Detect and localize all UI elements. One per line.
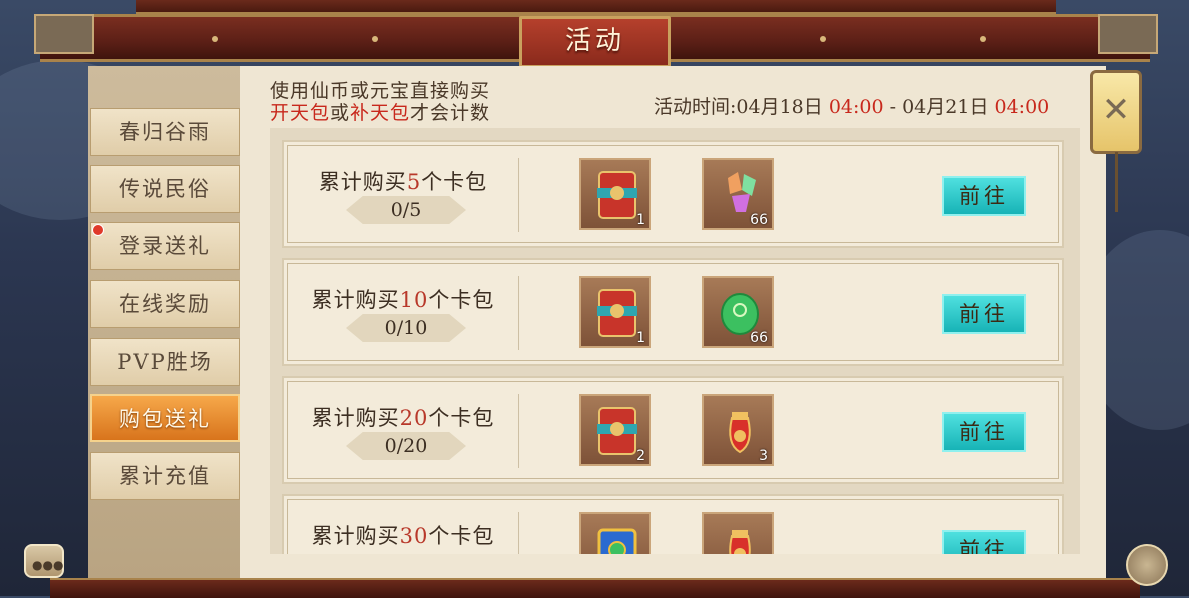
go-button[interactable]: 前往 bbox=[942, 294, 1026, 334]
description-or: 或 bbox=[330, 102, 351, 124]
lucky-bag-icon bbox=[729, 530, 751, 554]
divider bbox=[518, 158, 519, 232]
sidebar-item-online-rewards[interactable]: 在线奖励 bbox=[90, 280, 240, 328]
sidebar-item-pack-gifts[interactable]: 购包送礼 bbox=[90, 394, 240, 442]
sidebar-item-folk-legends[interactable]: 传说民俗 bbox=[90, 165, 240, 213]
task-title: 累计购买20个卡包 bbox=[311, 406, 495, 430]
reward-slot[interactable]: 3 bbox=[702, 394, 774, 466]
reward-slot[interactable] bbox=[579, 512, 651, 554]
lantern-tassel bbox=[1115, 152, 1118, 212]
divider bbox=[518, 512, 519, 554]
beam-end-right bbox=[1098, 14, 1158, 54]
bottom-beam bbox=[50, 578, 1140, 598]
reward-slot[interactable]: 66 bbox=[702, 276, 774, 348]
page-title: 活动 bbox=[519, 16, 671, 68]
reward-count: 1 bbox=[636, 330, 645, 346]
beam-rivet bbox=[980, 36, 986, 42]
task-row: 累计购买5个卡包 0/5 1 66 前往 bbox=[282, 140, 1064, 248]
chat-button[interactable]: ●●● bbox=[24, 544, 64, 578]
beam-rivet bbox=[212, 36, 218, 42]
go-button[interactable]: 前往 bbox=[942, 530, 1026, 554]
description-suffix: 才会计数 bbox=[410, 102, 491, 124]
pack-name-kaitian: 开天包 bbox=[270, 102, 331, 124]
reward-count: 1 bbox=[636, 212, 645, 228]
go-button[interactable]: 前往 bbox=[942, 176, 1026, 216]
close-icon[interactable]: ✕ bbox=[1098, 92, 1134, 128]
task-progress: 0/10 bbox=[384, 317, 428, 339]
red-chest-icon bbox=[597, 289, 637, 337]
avatar[interactable] bbox=[1126, 544, 1168, 586]
reward-slot[interactable] bbox=[702, 512, 774, 554]
event-time: 活动时间:04月18日 04:00 - 04月21日 04:00 bbox=[654, 92, 1049, 119]
go-button[interactable]: 前往 bbox=[942, 412, 1026, 452]
event-time-label: 活动时间:04月18日 bbox=[654, 96, 823, 118]
beam-end-left bbox=[34, 14, 94, 54]
sidebar-item-pvp-wins[interactable]: PVP胜场 bbox=[90, 338, 240, 386]
sidebar-item-spring-rain[interactable]: 春归谷雨 bbox=[90, 108, 240, 156]
task-list[interactable]: 累计购买5个卡包 0/5 1 66 前往 累计购买10个卡包 0/10 1 66… bbox=[270, 128, 1080, 554]
chat-icon: ●●● bbox=[32, 558, 64, 572]
reward-count: 66 bbox=[750, 330, 768, 346]
red-chest-icon bbox=[597, 171, 637, 219]
task-row: 累计购买10个卡包 0/10 1 66 前往 bbox=[282, 258, 1064, 366]
task-title: 累计购买10个卡包 bbox=[311, 288, 495, 312]
event-time-start: 04:00 bbox=[828, 96, 884, 118]
reward-count: 66 bbox=[750, 212, 768, 228]
reward-slot[interactable]: 1 bbox=[579, 158, 651, 230]
beam-rivet bbox=[820, 36, 826, 42]
reward-slot[interactable]: 1 bbox=[579, 276, 651, 348]
reward-slot[interactable]: 2 bbox=[579, 394, 651, 466]
task-title: 累计购买5个卡包 bbox=[318, 170, 488, 194]
reward-slot[interactable]: 66 bbox=[702, 158, 774, 230]
pack-name-butian: 补天包 bbox=[350, 102, 411, 124]
gold-chest-icon bbox=[597, 528, 637, 554]
task-row: 累计购买20个卡包 0/20 2 3 前往 bbox=[282, 376, 1064, 484]
top-roof-beam bbox=[136, 0, 1056, 14]
task-title: 累计购买30个卡包 bbox=[311, 524, 495, 548]
description-line-2: 开天包或补天包才会计数 bbox=[270, 98, 490, 125]
red-chest-icon bbox=[597, 407, 637, 455]
task-progress: 0/20 bbox=[384, 435, 428, 457]
sidebar-item-login-gifts[interactable]: 登录送礼 bbox=[90, 222, 240, 270]
reward-count: 2 bbox=[636, 448, 645, 464]
task-progress: 0/5 bbox=[390, 199, 422, 221]
event-time-end: 04:00 bbox=[994, 96, 1050, 118]
divider bbox=[518, 394, 519, 468]
reward-count: 3 bbox=[759, 448, 768, 464]
notification-dot bbox=[92, 224, 104, 236]
sidebar-item-cumulative-recharge[interactable]: 累计充值 bbox=[90, 452, 240, 500]
event-time-separator: - 04月21日 bbox=[889, 96, 989, 118]
beam-rivet bbox=[372, 36, 378, 42]
task-row: 累计购买30个卡包 前往 bbox=[282, 494, 1064, 554]
divider bbox=[518, 276, 519, 350]
